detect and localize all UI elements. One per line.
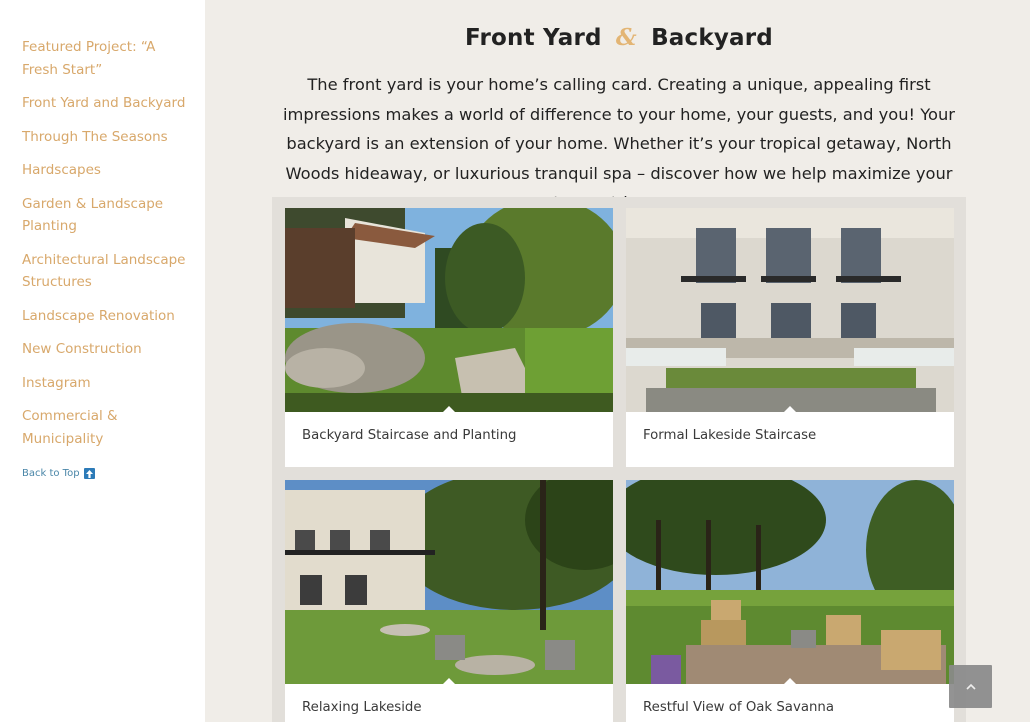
sidebar-item-garden-planting[interactable]: Garden & Landscape Planting [22,193,187,238]
card-caption: Backyard Staircase and Planting [302,428,517,443]
sidebar-item-front-yard-backyard[interactable]: Front Yard and Backyard [22,92,187,115]
caption-notch [783,678,797,685]
chevron-up-icon [965,683,976,690]
sidebar-item-landscape-renovation[interactable]: Landscape Renovation [22,305,187,328]
formal-lakeside-staircase-photo[interactable] [626,208,954,412]
relaxing-lakeside-photo[interactable] [285,480,613,684]
sidebar-item-hardscapes[interactable]: Hardscapes [22,159,187,182]
caption-notch [783,406,797,413]
page-title: Front Yard & Backyard [205,24,1030,51]
back-to-top-link[interactable]: Back to Top [22,468,205,479]
scroll-to-top-button[interactable] [949,665,992,708]
oak-savanna-photo[interactable] [626,480,954,684]
gallery-card[interactable]: Relaxing Lakeside [285,480,613,722]
sidebar-item-featured-project[interactable]: Featured Project: “A Fresh Start” [22,36,187,81]
caption-notch [442,678,456,685]
arrow-up-icon [83,468,95,479]
intro-paragraph: The front yard is your home’s calling ca… [283,75,955,212]
sidebar-item-commercial-municipality[interactable]: Commercial & Municipality [22,405,187,450]
gallery-card[interactable]: Backyard Staircase and Planting [285,208,613,467]
title-ampersand: & [615,24,637,51]
sidebar-item-instagram[interactable]: Instagram [22,372,187,395]
project-gallery: Backyard Staircase and Planting Formal L… [272,197,966,722]
backyard-staircase-photo[interactable] [285,208,613,412]
title-backyard: Backyard [651,25,773,51]
card-caption: Formal Lakeside Staircase [643,428,817,443]
title-front-yard: Front Yard [465,25,602,51]
card-caption: Restful View of Oak Savanna [643,700,834,715]
gallery-card[interactable]: Formal Lakeside Staircase [626,208,954,467]
card-caption: Relaxing Lakeside [302,700,422,715]
sidebar-nav: Featured Project: “A Fresh Start” Front … [0,0,205,722]
gallery-card[interactable]: Restful View of Oak Savanna [626,480,954,722]
sidebar-item-through-the-seasons[interactable]: Through The Seasons [22,126,187,149]
sidebar-item-new-construction[interactable]: New Construction [22,338,187,361]
sidebar-item-architectural-structures[interactable]: Architectural Landscape Structures [22,249,187,294]
back-to-top-label: Back to Top [22,468,80,479]
caption-notch [442,406,456,413]
main-content: Front Yard & Backyard The front yard is … [205,0,1030,722]
